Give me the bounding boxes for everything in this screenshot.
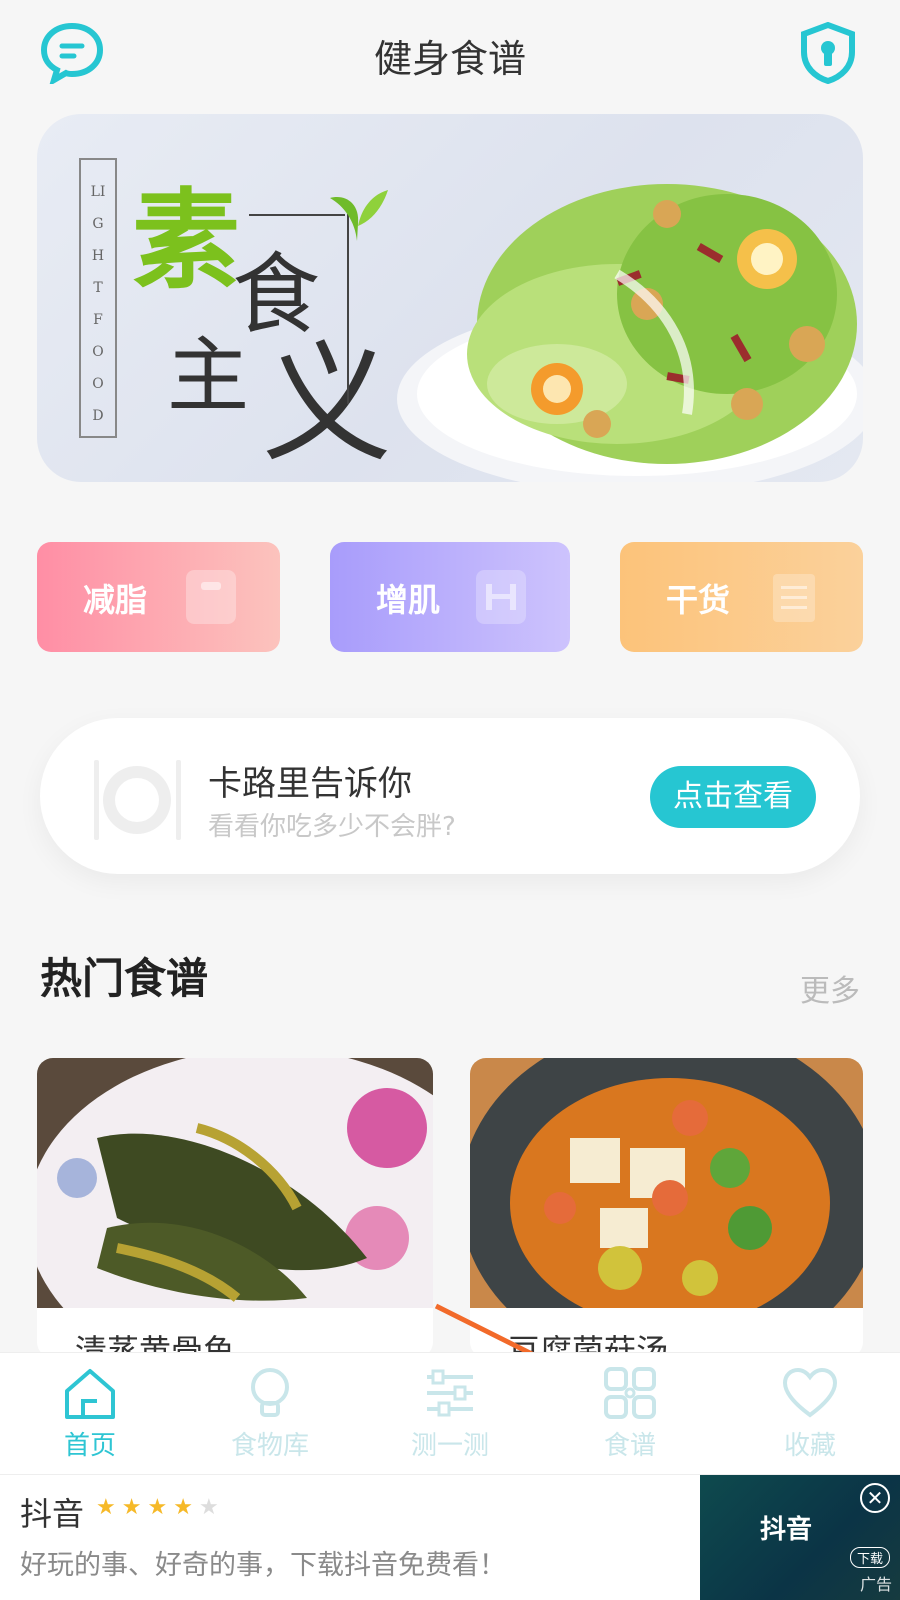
category-tips-button[interactable]: 干货 [620,542,863,652]
star-icon: ★ [96,1495,122,1520]
more-link[interactable]: 更多 [800,966,860,1010]
tab-label: 食谱 [603,1431,656,1461]
star-icon: ★ [173,1495,199,1520]
ad-rating: ★★★★★ [96,1495,225,1520]
tab-label: 收藏 [783,1431,836,1461]
tab-test[interactable]: 测一测 [390,1365,510,1469]
grid-icon [604,1367,656,1419]
tab-label: 测一测 [410,1431,489,1461]
close-icon[interactable]: ✕ [860,1483,890,1513]
banner-title-char-3: 主 [167,329,250,424]
bottom-tab-bar: 首页 食物库 测一测 食谱 收藏 [0,1352,900,1474]
calorie-card[interactable]: 卡路里告诉你 看看你吃多少不会胖? 点击查看 [40,718,860,874]
ad-banner[interactable]: 抖音 ★★★★★ 好玩的事、好奇的事，下载抖音免费看！ 抖音 下载 ✕ 广告 [0,1474,900,1600]
tab-favorites[interactable]: 收藏 [750,1365,870,1469]
app-header: 健身食谱 [0,0,900,110]
home-icon [65,1369,115,1419]
recipe-image [470,1058,863,1308]
plate-cutlery-icon [94,760,181,840]
recipe-card[interactable]: 清蒸黄骨鱼 [37,1058,433,1358]
calorie-card-title: 卡路里告诉你 [208,764,412,804]
banner-subtitle: LIGHT FOOD [90,184,106,424]
tab-label: 食物库 [230,1431,309,1461]
heart-icon [782,1367,838,1418]
notepad-icon [773,574,815,622]
promo-banner[interactable]: LIGHT FOOD 素 食 主 义 [37,114,863,482]
calorie-card-subtitle: 看看你吃多少不会胖? [208,812,456,842]
ad-tag: 广告 [859,1575,892,1594]
salad-image [397,184,863,482]
lightbulb-icon [251,1368,289,1417]
tab-food-library[interactable]: 食物库 [210,1365,330,1469]
tab-label: 首页 [63,1431,116,1461]
dumbbell-icon [476,570,526,624]
star-icon: ★ [121,1495,148,1520]
recipe-image [37,1058,433,1308]
tab-home[interactable]: 首页 [30,1365,150,1469]
category-label: 增肌 [376,581,441,619]
page-title: 健身食谱 [373,37,526,81]
star-icon: ★ [198,1495,225,1520]
category-label: 减脂 [83,581,148,619]
banner-title-char-1: 素 [132,178,241,304]
ad-download-button[interactable]: 下载 [850,1547,891,1568]
view-calorie-button[interactable]: 点击查看 [650,766,816,828]
sliders-icon [427,1369,473,1417]
category-muscle-gain-button[interactable]: 增肌 [330,542,570,652]
star-icon: ★ [147,1495,174,1520]
ad-image[interactable]: 抖音 下载 ✕ 广告 [700,1475,900,1600]
shield-lock-icon[interactable] [800,22,856,84]
scale-icon [186,570,236,624]
ad-image-brand: 抖音 [760,1515,813,1545]
ad-description: 好玩的事、好奇的事，下载抖音免费看！ [20,1550,506,1581]
ad-title: 抖音 [20,1495,85,1533]
section-title: 热门食谱 [40,954,209,1003]
tab-recipes[interactable]: 食谱 [570,1365,690,1469]
category-fat-loss-button[interactable]: 减脂 [37,542,280,652]
category-label: 干货 [666,581,731,619]
